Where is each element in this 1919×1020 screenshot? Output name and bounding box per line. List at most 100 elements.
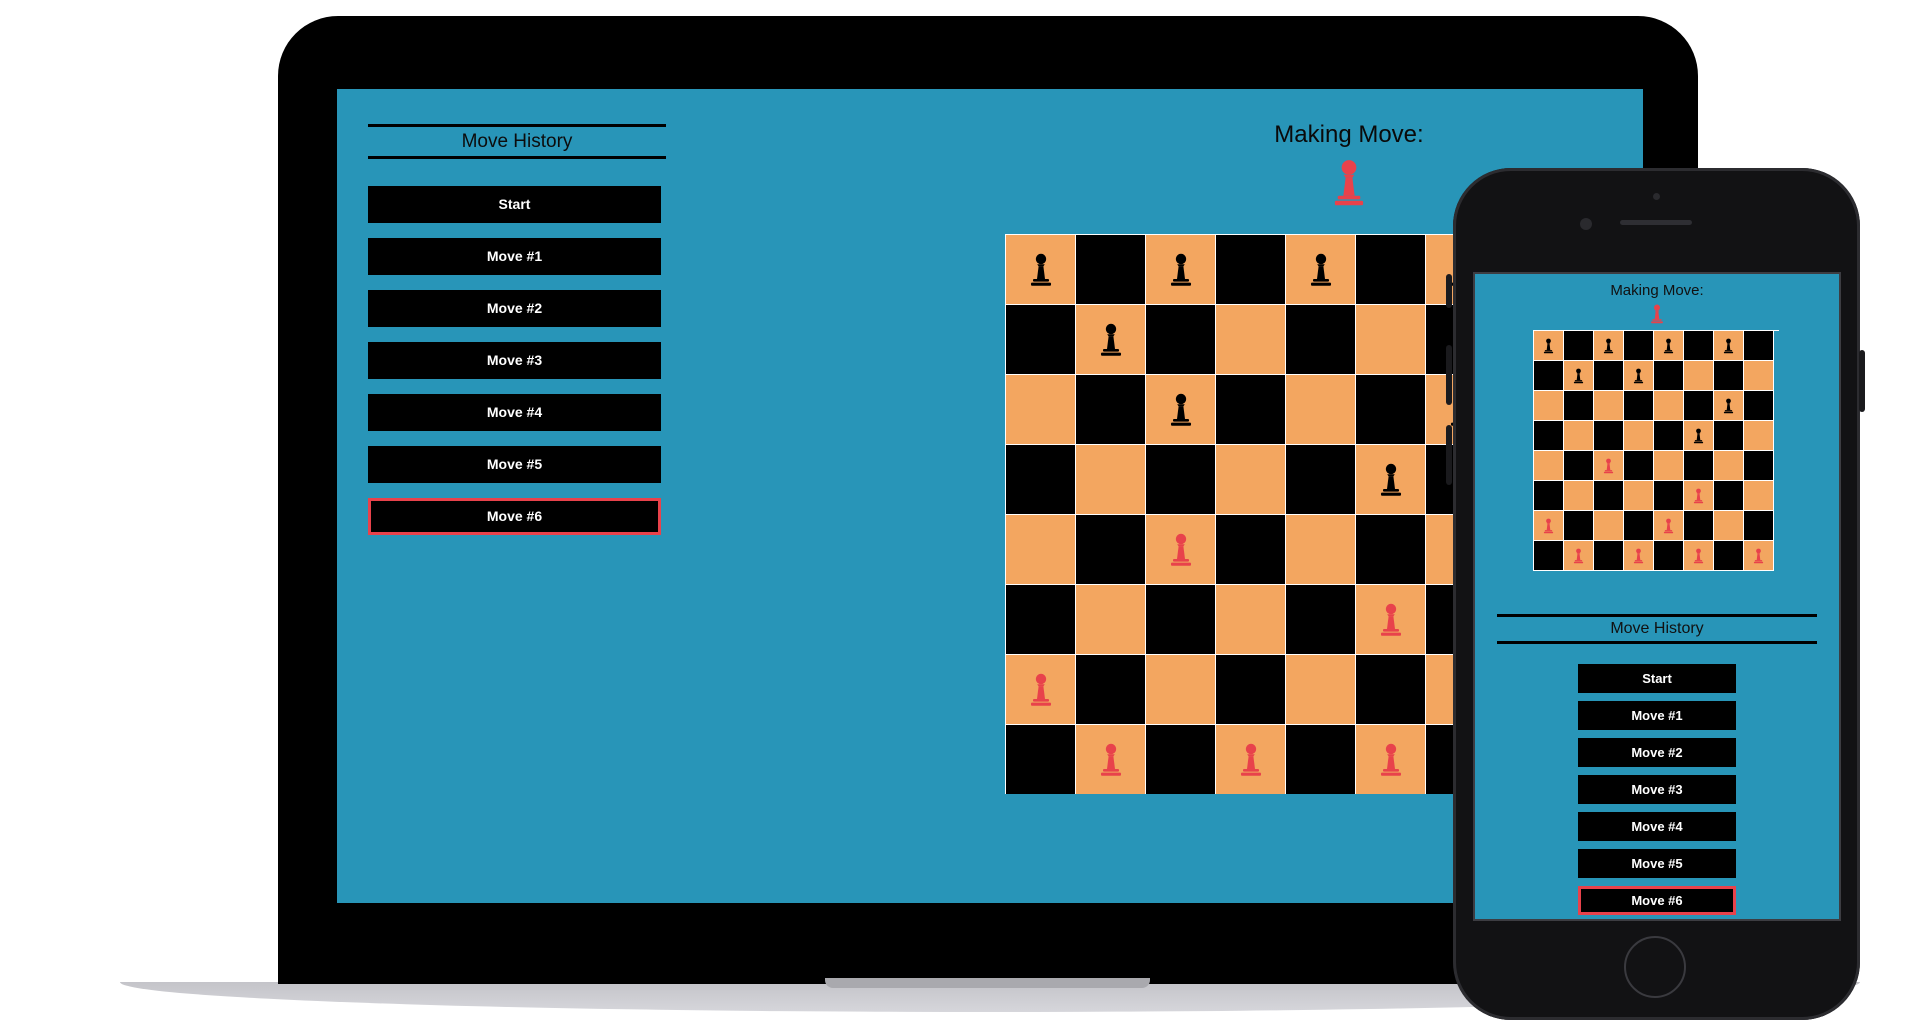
board-square[interactable]	[1564, 511, 1594, 541]
board-square[interactable]	[1534, 331, 1564, 361]
board-square[interactable]	[1356, 585, 1426, 655]
board-square[interactable]	[1356, 515, 1426, 585]
red-pawn-icon[interactable]	[1633, 548, 1644, 564]
black-pawn-icon[interactable]	[1169, 253, 1193, 287]
red-pawn-icon[interactable]	[1693, 548, 1704, 564]
board-square[interactable]	[1594, 451, 1624, 481]
board-square[interactable]	[1594, 541, 1624, 571]
board-square[interactable]	[1146, 375, 1216, 445]
board-square[interactable]	[1286, 445, 1356, 515]
board-square[interactable]	[1714, 391, 1744, 421]
board-square[interactable]	[1534, 391, 1564, 421]
board-square[interactable]	[1076, 725, 1146, 794]
board-square[interactable]	[1146, 305, 1216, 375]
board-square[interactable]	[1714, 511, 1744, 541]
black-pawn-icon[interactable]	[1633, 368, 1644, 384]
board-square[interactable]	[1624, 391, 1654, 421]
black-pawn-icon[interactable]	[1573, 368, 1584, 384]
black-pawn-icon[interactable]	[1379, 463, 1403, 497]
board-square[interactable]	[1624, 511, 1654, 541]
board-square[interactable]	[1714, 481, 1744, 511]
move-2-button[interactable]: Move #2	[1578, 738, 1736, 767]
board-square[interactable]	[1564, 421, 1594, 451]
move-1-button[interactable]: Move #1	[368, 238, 661, 275]
board-square[interactable]	[1654, 451, 1684, 481]
board-square[interactable]	[1564, 331, 1594, 361]
board-square[interactable]	[1076, 515, 1146, 585]
black-pawn-icon[interactable]	[1029, 253, 1053, 287]
board-square[interactable]	[1594, 511, 1624, 541]
board-square[interactable]	[1564, 451, 1594, 481]
red-pawn-icon[interactable]	[1543, 518, 1554, 534]
board-square[interactable]	[1286, 655, 1356, 725]
board-square[interactable]	[1684, 331, 1714, 361]
board-square[interactable]	[1356, 375, 1426, 445]
board-square[interactable]	[1216, 585, 1286, 655]
move-start-button[interactable]: Start	[368, 186, 661, 223]
board-square[interactable]	[1006, 235, 1076, 305]
board-square[interactable]	[1654, 481, 1684, 511]
board-square[interactable]	[1286, 375, 1356, 445]
board-square[interactable]	[1654, 421, 1684, 451]
board-square[interactable]	[1714, 361, 1744, 391]
board-square[interactable]	[1146, 235, 1216, 305]
board-square[interactable]	[1356, 305, 1426, 375]
black-pawn-icon[interactable]	[1543, 338, 1554, 354]
board-square[interactable]	[1076, 655, 1146, 725]
board-square[interactable]	[1714, 331, 1744, 361]
board-square[interactable]	[1146, 515, 1216, 585]
board-square[interactable]	[1076, 305, 1146, 375]
board-square[interactable]	[1594, 481, 1624, 511]
board-square[interactable]	[1744, 421, 1774, 451]
board-square[interactable]	[1216, 235, 1286, 305]
move-3-button[interactable]: Move #3	[368, 342, 661, 379]
move-4-button[interactable]: Move #4	[1578, 812, 1736, 841]
board-square[interactable]	[1356, 235, 1426, 305]
move-3-button[interactable]: Move #3	[1578, 775, 1736, 804]
board-square[interactable]	[1624, 451, 1654, 481]
board-square[interactable]	[1684, 481, 1714, 511]
move-start-button[interactable]: Start	[1578, 664, 1736, 693]
board-square[interactable]	[1624, 481, 1654, 511]
board-square[interactable]	[1146, 445, 1216, 515]
board-square[interactable]	[1534, 511, 1564, 541]
board-square[interactable]	[1684, 511, 1714, 541]
black-pawn-icon[interactable]	[1723, 338, 1734, 354]
board-square[interactable]	[1006, 515, 1076, 585]
board-square[interactable]	[1076, 585, 1146, 655]
board-square[interactable]	[1684, 391, 1714, 421]
red-pawn-icon[interactable]	[1029, 673, 1053, 707]
board-square[interactable]	[1146, 655, 1216, 725]
board-square[interactable]	[1654, 391, 1684, 421]
board-square[interactable]	[1534, 451, 1564, 481]
board-square[interactable]	[1534, 421, 1564, 451]
board-square[interactable]	[1654, 331, 1684, 361]
board-square[interactable]	[1744, 511, 1774, 541]
red-pawn-icon[interactable]	[1379, 743, 1403, 777]
home-button[interactable]	[1624, 936, 1686, 998]
board-square[interactable]	[1714, 451, 1744, 481]
red-pawn-icon[interactable]	[1379, 603, 1403, 637]
board-square[interactable]	[1216, 725, 1286, 794]
move-6-button[interactable]: Move #6	[368, 498, 661, 535]
move-1-button[interactable]: Move #1	[1578, 701, 1736, 730]
board-square[interactable]	[1534, 361, 1564, 391]
board-square[interactable]	[1654, 361, 1684, 391]
board-square[interactable]	[1744, 541, 1774, 571]
board-square[interactable]	[1534, 541, 1564, 571]
move-6-button[interactable]: Move #6	[1578, 886, 1736, 915]
board-square[interactable]	[1564, 481, 1594, 511]
board-square[interactable]	[1006, 725, 1076, 794]
board-square[interactable]	[1624, 361, 1654, 391]
board-square[interactable]	[1076, 375, 1146, 445]
board-square[interactable]	[1286, 725, 1356, 794]
red-pawn-icon[interactable]	[1603, 458, 1614, 474]
board-square[interactable]	[1624, 541, 1654, 571]
black-pawn-icon[interactable]	[1169, 393, 1193, 427]
board-square[interactable]	[1714, 421, 1744, 451]
board-square[interactable]	[1744, 361, 1774, 391]
board-square[interactable]	[1286, 585, 1356, 655]
board-square[interactable]	[1624, 331, 1654, 361]
board-square[interactable]	[1216, 655, 1286, 725]
move-4-button[interactable]: Move #4	[368, 394, 661, 431]
